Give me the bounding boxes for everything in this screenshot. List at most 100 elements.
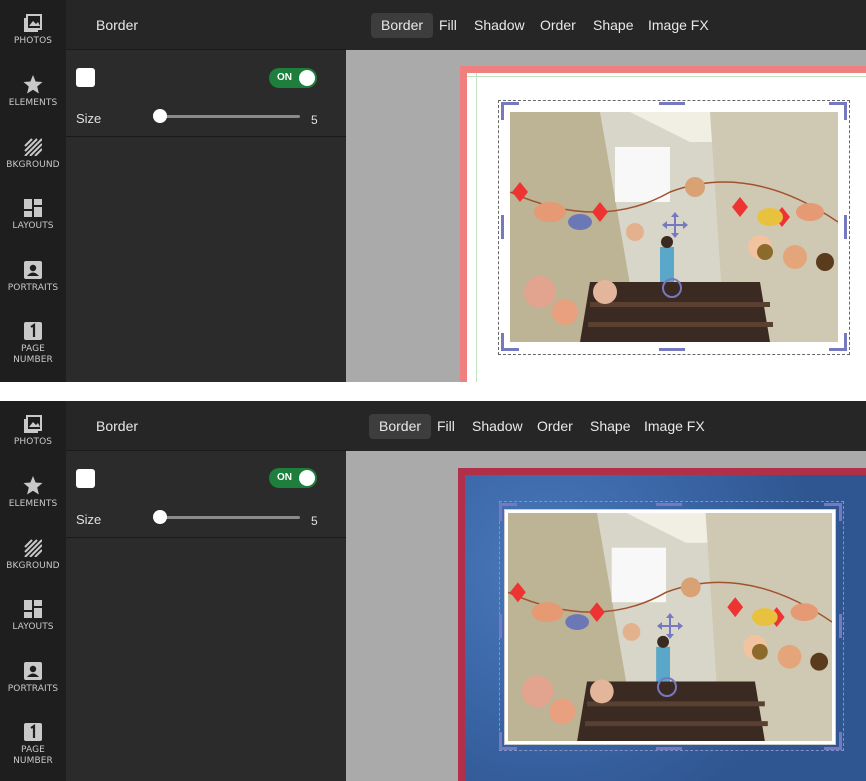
tab-shadow[interactable]: Shadow <box>462 414 533 439</box>
resize-handle[interactable] <box>499 503 502 521</box>
border-checkbox[interactable] <box>76 469 95 488</box>
resize-handle[interactable] <box>659 348 685 351</box>
sidebar-item-layouts[interactable]: LAYOUTS <box>0 600 66 633</box>
top-toolbar: Border Fill Shadow Order Shape Image FX <box>346 0 866 50</box>
tab-order[interactable]: Order <box>527 414 583 439</box>
tab-shape[interactable]: Shape <box>580 414 640 439</box>
sidebar-item-page-number[interactable]: PAGE NUMBER <box>0 723 66 767</box>
tab-order[interactable]: Order <box>530 13 586 38</box>
sidebar-item-layouts[interactable]: LAYOUTS <box>0 199 66 232</box>
toggle-label: ON <box>277 72 292 83</box>
toggle-knob <box>299 470 315 486</box>
sidebar-item-label: LAYOUTS <box>12 221 54 231</box>
left-sidebar: PHOTOS ELEMENTS BKGROUND LAYOUTS PORTRAI… <box>0 401 66 781</box>
sidebar-item-portraits[interactable]: PORTRAITS <box>0 662 66 695</box>
resize-handle[interactable] <box>499 747 517 750</box>
page-number-icon <box>24 322 42 340</box>
left-sidebar: PHOTOS ELEMENTS BKGROUND LAYOUTS PORTRAI… <box>0 0 66 382</box>
sidebar-item-label: LAYOUTS <box>12 622 54 632</box>
sidebar-item-photos[interactable]: PHOTOS <box>0 14 66 47</box>
resize-handle[interactable] <box>501 215 504 239</box>
tab-fill[interactable]: Fill <box>427 414 465 439</box>
size-slider-track[interactable] <box>158 115 300 118</box>
size-slider-track[interactable] <box>158 516 300 519</box>
guide-line <box>467 76 866 77</box>
tab-shadow[interactable]: Shadow <box>464 13 535 38</box>
panel-separator <box>0 382 866 401</box>
sidebar-item-background[interactable]: BKGROUND <box>0 539 66 572</box>
sidebar-item-label: PHOTOS <box>13 36 53 46</box>
screenshot-panel-bottom: PHOTOS ELEMENTS BKGROUND LAYOUTS PORTRAI… <box>0 401 866 781</box>
resize-handle[interactable] <box>839 732 842 750</box>
sidebar-item-page-number[interactable]: PAGE NUMBER <box>0 322 66 366</box>
size-slider-knob[interactable] <box>153 510 167 524</box>
rotate-handle-icon[interactable] <box>655 675 679 699</box>
layouts-icon <box>24 600 42 618</box>
page-number-icon <box>24 723 42 741</box>
rotate-handle-icon[interactable] <box>660 276 684 300</box>
resize-handle[interactable] <box>844 215 847 239</box>
move-icon[interactable] <box>660 210 690 240</box>
properties-panel: Border ON Size 5 <box>66 401 346 781</box>
resize-handle[interactable] <box>656 503 682 506</box>
divider <box>66 537 346 538</box>
sidebar-item-label: ELEMENTS <box>8 499 58 509</box>
move-icon[interactable] <box>655 611 685 641</box>
tab-fill[interactable]: Fill <box>429 13 467 38</box>
background-icon <box>24 539 42 557</box>
properties-panel: Border ON Size 5 <box>66 0 346 382</box>
resize-handle[interactable] <box>659 102 685 105</box>
star-icon <box>23 476 43 495</box>
screenshot-panel-top: PHOTOS ELEMENTS BKGROUND LAYOUTS PORTRAI… <box>0 0 866 382</box>
resize-handle[interactable] <box>656 747 682 750</box>
guide-line <box>476 73 477 382</box>
size-label: Size <box>76 512 102 527</box>
sidebar-item-label: PAGE NUMBER <box>13 745 53 766</box>
resize-handle[interactable] <box>499 614 502 638</box>
background-icon <box>24 138 42 156</box>
resize-handle[interactable] <box>839 503 842 521</box>
divider <box>66 136 346 137</box>
resize-handle[interactable] <box>501 348 519 351</box>
size-slider-knob[interactable] <box>153 109 167 123</box>
sidebar-item-label: PORTRAITS <box>7 283 59 293</box>
border-toggle[interactable]: ON <box>269 68 317 88</box>
toggle-knob <box>299 70 315 86</box>
resize-handle[interactable] <box>501 102 504 120</box>
sidebar-item-photos[interactable]: PHOTOS <box>0 415 66 448</box>
border-checkbox[interactable] <box>76 68 95 87</box>
canvas-area <box>346 451 866 781</box>
border-toggle[interactable]: ON <box>269 468 317 488</box>
properties-header: Border <box>66 0 346 50</box>
tab-border[interactable]: Border <box>371 13 434 38</box>
tab-border[interactable]: Border <box>369 414 432 439</box>
sidebar-item-background[interactable]: BKGROUND <box>0 138 66 171</box>
sidebar-item-label: PAGE NUMBER <box>13 344 53 365</box>
tab-image-fx[interactable]: Image FX <box>634 414 715 439</box>
properties-header: Border <box>66 401 346 451</box>
photos-icon <box>24 415 42 433</box>
portrait-icon <box>24 261 42 279</box>
sidebar-item-label: PORTRAITS <box>7 684 59 694</box>
top-toolbar: Border Fill Shadow Order Shape Image FX <box>346 401 866 451</box>
layouts-icon <box>24 199 42 217</box>
tab-image-fx[interactable]: Image FX <box>638 13 719 38</box>
size-value: 5 <box>311 514 318 528</box>
resize-handle[interactable] <box>844 333 847 351</box>
star-icon <box>23 75 43 94</box>
resize-handle[interactable] <box>844 102 847 120</box>
photos-icon <box>24 14 42 32</box>
sidebar-item-label: BKGROUND <box>6 160 60 170</box>
portrait-icon <box>24 662 42 680</box>
sidebar-item-portraits[interactable]: PORTRAITS <box>0 261 66 294</box>
toggle-label: ON <box>277 472 292 483</box>
size-value: 5 <box>311 113 318 127</box>
sidebar-item-elements[interactable]: ELEMENTS <box>0 476 66 510</box>
size-label: Size <box>76 111 102 126</box>
tab-shape[interactable]: Shape <box>583 13 643 38</box>
properties-title: Border <box>96 17 139 33</box>
resize-handle[interactable] <box>839 614 842 638</box>
sidebar-item-label: BKGROUND <box>6 561 60 571</box>
sidebar-item-label: ELEMENTS <box>8 98 58 108</box>
sidebar-item-elements[interactable]: ELEMENTS <box>0 75 66 109</box>
